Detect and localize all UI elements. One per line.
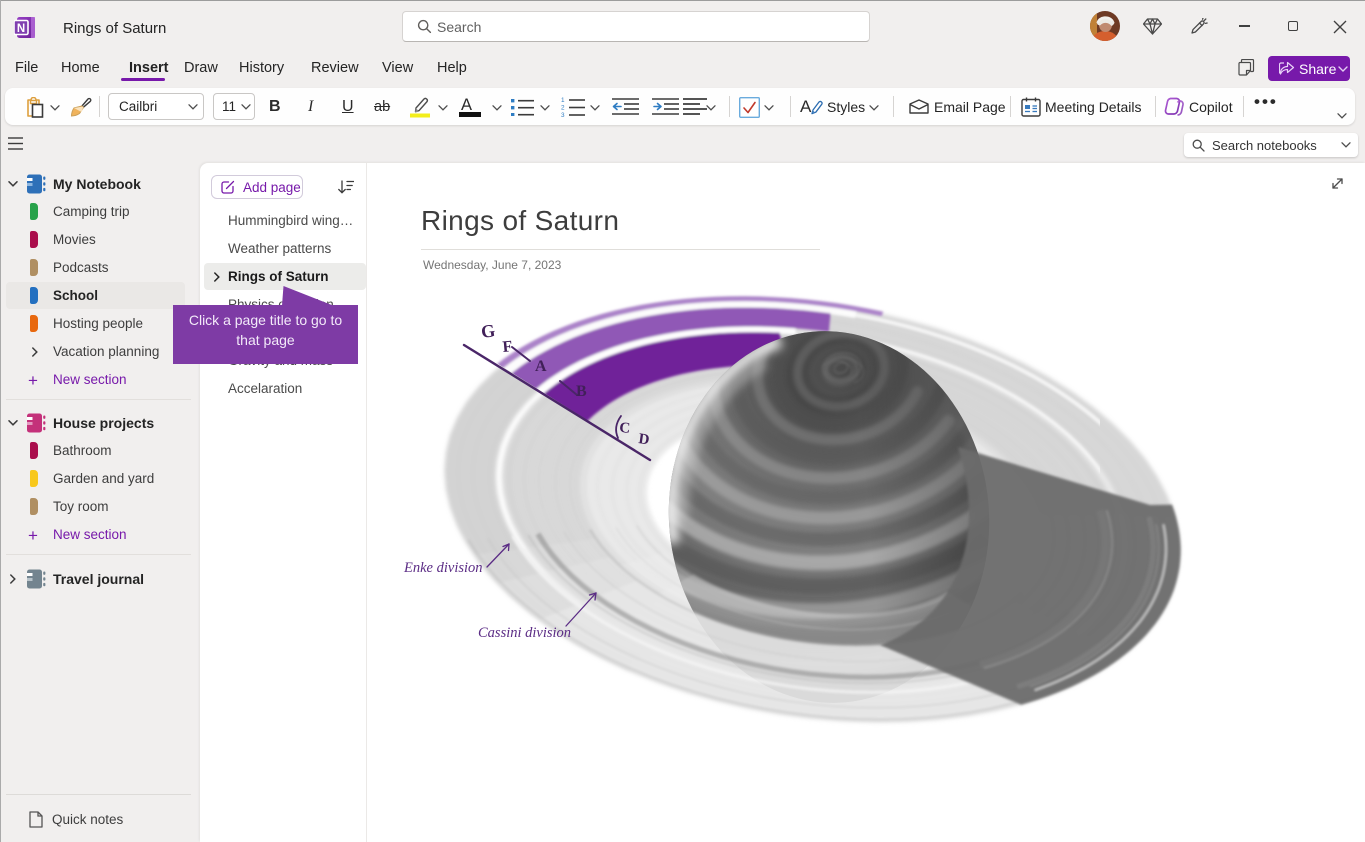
svg-text:B: B <box>576 383 587 400</box>
svg-text:A: A <box>535 358 547 375</box>
svg-text:G: G <box>480 320 497 342</box>
svg-text:Cassini division: Cassini division <box>478 625 571 641</box>
svg-text:F: F <box>502 338 513 356</box>
svg-text:Enke division: Enke division <box>403 560 483 576</box>
svg-text:C: C <box>619 420 631 437</box>
